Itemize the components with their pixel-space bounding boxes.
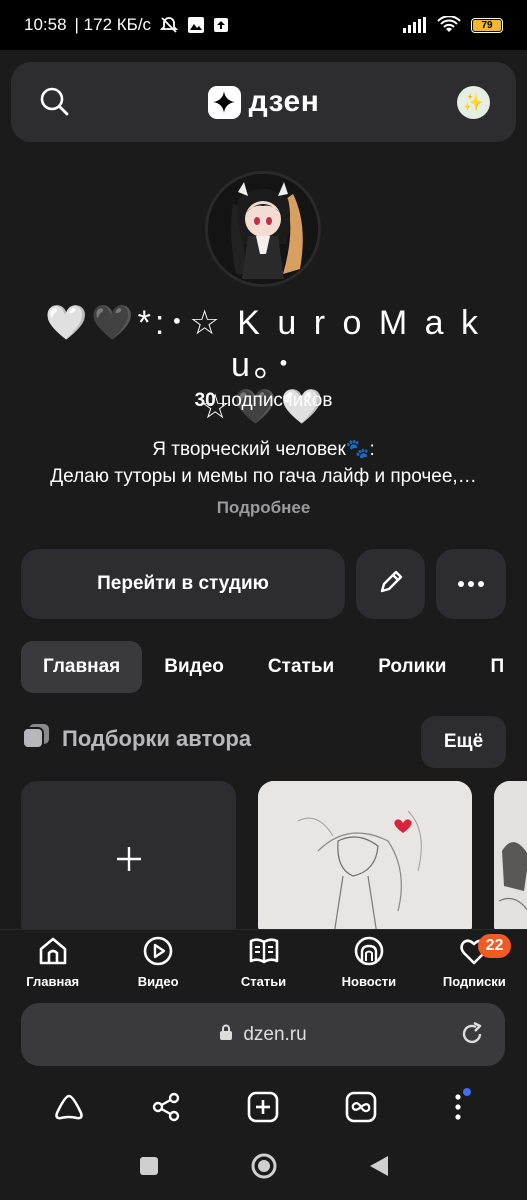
nav-news-label: Новости bbox=[341, 974, 397, 989]
battery-level: 79 bbox=[473, 19, 501, 31]
description-line2: Делаю туторы и мемы по гача лайф и проче… bbox=[50, 466, 477, 487]
edit-button[interactable] bbox=[356, 549, 425, 619]
collections-title-text: Подборки автора bbox=[62, 726, 252, 751]
collection-card[interactable] bbox=[258, 781, 472, 930]
show-all-button[interactable]: Ещё bbox=[421, 716, 506, 768]
subscribers-label: подписчиков bbox=[221, 390, 333, 411]
url-text: dzen.ru bbox=[243, 1023, 307, 1045]
go-to-studio-button[interactable]: Перейти в студию bbox=[21, 549, 345, 619]
nav-video[interactable]: Видео bbox=[105, 930, 210, 992]
menu-icon[interactable] bbox=[435, 1084, 481, 1130]
photo-icon bbox=[187, 16, 205, 34]
tab-video[interactable]: Видео bbox=[142, 641, 246, 693]
channel-page: дзен ✨ 🤍🖤*:･☆ K u r o M a k u｡･ ☆🖤🤍 30 п… bbox=[0, 50, 527, 930]
back-icon[interactable] bbox=[368, 1154, 390, 1183]
collections-section-title: Подборки автора bbox=[22, 723, 251, 755]
subscribers-info: 30 подписчиков bbox=[0, 390, 527, 412]
home-button-icon[interactable] bbox=[250, 1152, 278, 1185]
tab-posts[interactable]: П bbox=[468, 641, 526, 693]
lock-icon bbox=[219, 1024, 233, 1046]
nav-video-label: Видео bbox=[137, 974, 179, 989]
news-icon bbox=[353, 935, 385, 970]
ellipsis-icon bbox=[457, 575, 485, 593]
nav-news[interactable]: Новости bbox=[316, 930, 421, 992]
system-navigation bbox=[0, 1145, 527, 1191]
alice-icon[interactable] bbox=[46, 1084, 92, 1130]
play-icon bbox=[142, 935, 174, 970]
mute-icon bbox=[159, 15, 179, 35]
tab-shorts[interactable]: Ролики bbox=[356, 641, 468, 693]
pencil-icon bbox=[377, 568, 405, 601]
wifi-icon bbox=[437, 16, 461, 34]
status-bar: 10:58 | 172 КБ/с 79 bbox=[0, 0, 527, 50]
nav-home-label: Главная bbox=[26, 974, 80, 989]
notification-dot bbox=[463, 1088, 472, 1096]
signal-icon bbox=[403, 17, 427, 33]
more-link[interactable]: Подробнее bbox=[0, 498, 527, 518]
collections-icon bbox=[22, 723, 50, 755]
reload-icon[interactable] bbox=[459, 1021, 485, 1053]
upload-icon bbox=[213, 17, 229, 33]
share-icon[interactable] bbox=[143, 1084, 189, 1130]
book-icon bbox=[248, 935, 280, 970]
battery-icon: 79 bbox=[471, 17, 503, 33]
plus-icon bbox=[116, 846, 142, 877]
nav-home[interactable]: Главная bbox=[0, 930, 105, 992]
bottom-navigation: Главная Видео Статьи Новости Подписки 22 bbox=[0, 929, 527, 992]
add-collection-card[interactable] bbox=[21, 781, 236, 930]
subscriptions-badge: 22 bbox=[477, 934, 512, 958]
top-header: дзен ✨ bbox=[11, 62, 516, 142]
status-time: 10:58 bbox=[24, 15, 67, 34]
nav-articles[interactable]: Статьи bbox=[211, 930, 316, 992]
more-options-button[interactable] bbox=[436, 549, 506, 619]
dzen-logo[interactable]: дзен bbox=[207, 85, 320, 119]
search-icon[interactable] bbox=[39, 86, 69, 121]
channel-description: Я творческий человек🐾: Делаю туторы и ме… bbox=[20, 436, 507, 490]
channel-avatar[interactable] bbox=[205, 171, 321, 287]
home-icon bbox=[37, 935, 69, 970]
browser-toolbar bbox=[0, 1084, 527, 1130]
nav-subscriptions-label: Подписки bbox=[442, 974, 506, 989]
subscribers-count: 30 bbox=[194, 390, 216, 411]
collection-card[interactable] bbox=[494, 781, 527, 930]
channel-tabs: Главная Видео Статьи Ролики П bbox=[21, 641, 527, 693]
profile-avatar[interactable]: ✨ bbox=[457, 86, 490, 119]
nav-articles-label: Статьи bbox=[240, 974, 287, 989]
tabs-icon[interactable] bbox=[338, 1084, 384, 1130]
status-speed: | 172 КБ/с bbox=[74, 15, 152, 34]
dzen-star-icon bbox=[207, 85, 241, 119]
browser-chrome: dzen.ru bbox=[0, 992, 527, 1200]
recents-icon[interactable] bbox=[138, 1155, 160, 1182]
tab-main[interactable]: Главная bbox=[21, 641, 143, 693]
description-line1: Я творческий человек🐾: bbox=[152, 439, 375, 460]
channel-name-line1: 🤍🖤*:･☆ K u r o M a k u｡･ bbox=[45, 304, 482, 384]
tab-articles[interactable]: Статьи bbox=[246, 641, 356, 693]
nav-subscriptions[interactable]: Подписки 22 bbox=[422, 930, 527, 992]
new-tab-icon[interactable] bbox=[240, 1084, 286, 1130]
logo-text: дзен bbox=[248, 85, 320, 118]
address-bar[interactable]: dzen.ru bbox=[21, 1003, 505, 1066]
